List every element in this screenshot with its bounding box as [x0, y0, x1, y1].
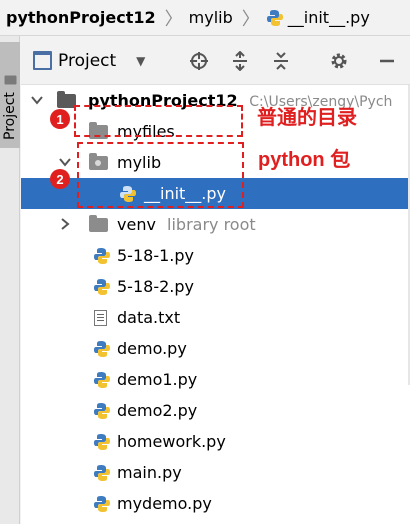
- annotation-badge-2: 2: [50, 169, 70, 189]
- breadcrumb-file-label: __init__.py: [287, 8, 370, 27]
- chevron-down-icon[interactable]: ▼: [136, 54, 145, 68]
- minimize-icon[interactable]: [377, 51, 397, 71]
- tree-row-file[interactable]: demo1.py: [21, 364, 410, 395]
- breadcrumb-folder[interactable]: mylib: [189, 8, 233, 27]
- folder-icon: [4, 75, 16, 85]
- annotation-label-2: python 包: [258, 149, 351, 171]
- view-selector[interactable]: Project ▼: [33, 51, 145, 71]
- chevron-right-icon[interactable]: [58, 217, 72, 231]
- crosshair-icon[interactable]: [189, 51, 209, 71]
- project-tool-window-tab[interactable]: Project: [0, 42, 20, 148]
- tree-row-file[interactable]: demo2.py: [21, 395, 410, 426]
- folder-icon: [89, 215, 108, 232]
- tree-row-file[interactable]: 5-18-2.py: [21, 271, 410, 302]
- python-file-icon: [94, 248, 110, 264]
- tree-label-venv: venv library root: [117, 209, 256, 240]
- annotation-box-1: [74, 105, 243, 137]
- breadcrumb-file[interactable]: __init__.py: [266, 8, 370, 27]
- tree-row-file[interactable]: data.txt: [21, 302, 410, 333]
- breadcrumb-project[interactable]: pythonProject12: [0, 8, 156, 27]
- tree-row-file[interactable]: 5-18-1.py: [21, 240, 410, 271]
- venv-name: venv: [117, 215, 156, 234]
- tree-label-file: mydemo.py: [117, 494, 212, 513]
- python-file-icon: [94, 279, 110, 295]
- annotation-badge-1: 1: [50, 109, 70, 129]
- tree-label-file: homework.py: [117, 432, 226, 451]
- breadcrumb: pythonProject12 〉 mylib 〉 __init__.py: [0, 0, 410, 36]
- tree-label-file: 5-18-1.py: [117, 246, 194, 265]
- tree-label-file: demo2.py: [117, 401, 198, 420]
- python-file-icon: [94, 496, 110, 512]
- view-selector-label: Project: [58, 50, 117, 71]
- expand-all-icon[interactable]: [230, 51, 250, 71]
- chevron-down-icon[interactable]: [30, 93, 44, 107]
- text-file-icon: [94, 310, 107, 326]
- tree-row-file[interactable]: mydemo.py: [21, 488, 410, 519]
- tree-label-file: main.py: [117, 463, 182, 482]
- venv-hint: library root: [167, 215, 256, 234]
- gear-icon[interactable]: [329, 51, 349, 71]
- breadcrumb-separator-icon: 〉: [164, 8, 183, 30]
- tree-label-file: 5-18-2.py: [117, 277, 194, 296]
- python-file-icon: [94, 434, 110, 450]
- tree-row-file[interactable]: homework.py: [21, 426, 410, 457]
- tree-label-file: demo1.py: [117, 370, 198, 389]
- collapse-all-icon[interactable]: [271, 51, 291, 71]
- python-file-icon: [94, 465, 110, 481]
- side-tab-label: Project: [2, 92, 18, 140]
- python-file-icon: [94, 372, 110, 388]
- tree-row-venv[interactable]: venv library root: [21, 209, 410, 240]
- tree-label-file: demo.py: [117, 339, 187, 358]
- window-icon: [33, 51, 52, 70]
- python-file-icon: [94, 341, 110, 357]
- python-file-icon: [266, 9, 283, 26]
- project-toolbar: Project ▼: [21, 37, 410, 85]
- tree-row-file[interactable]: demo.py: [21, 333, 410, 364]
- tree-row-file[interactable]: main.py: [21, 457, 410, 488]
- tree-label-file: data.txt: [117, 308, 181, 327]
- annotation-box-2: [77, 142, 244, 208]
- annotation-label-1: 普通的目录: [257, 107, 357, 129]
- breadcrumb-separator-icon: 〉: [241, 8, 260, 30]
- python-file-icon: [94, 403, 110, 419]
- chevron-down-icon[interactable]: [58, 155, 72, 169]
